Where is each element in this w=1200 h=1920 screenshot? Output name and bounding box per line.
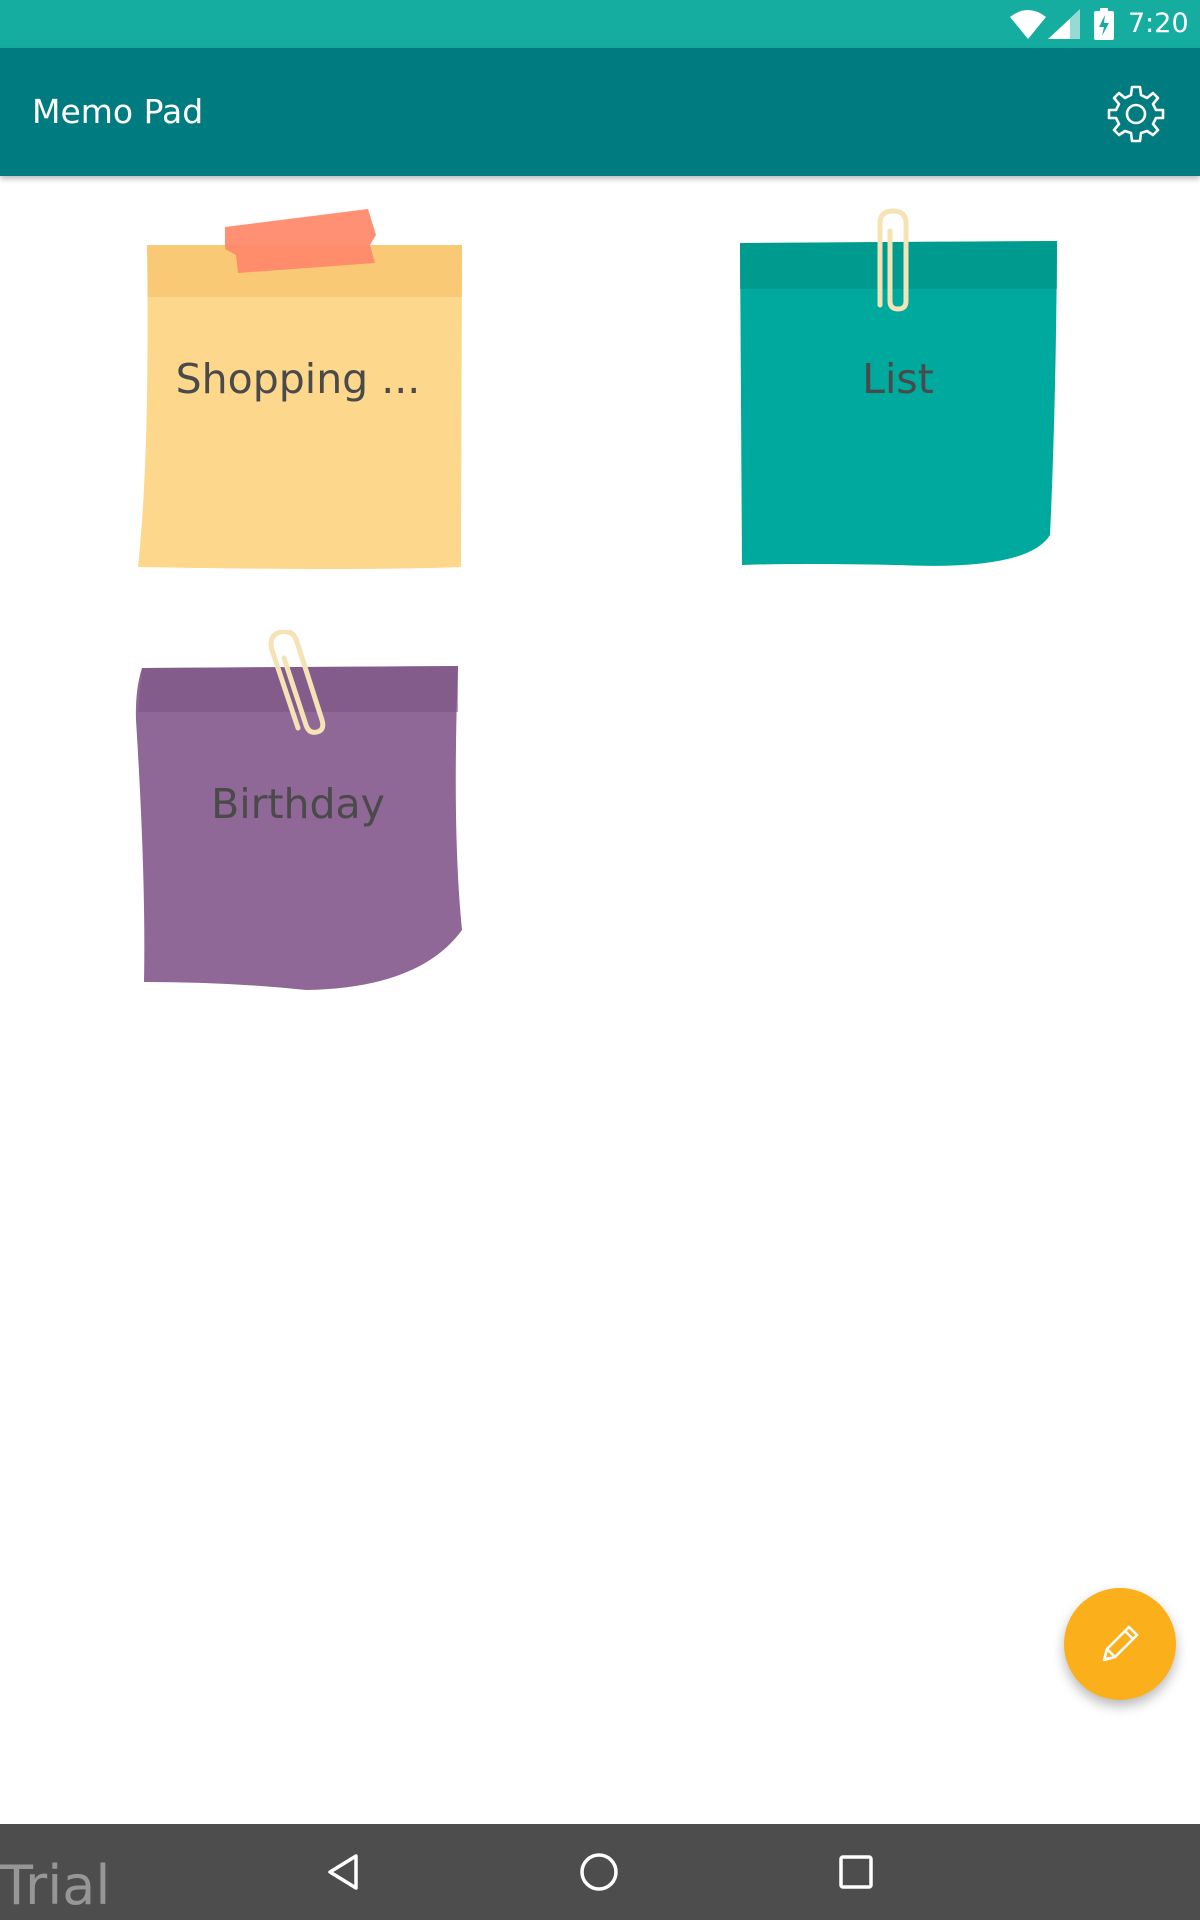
tape-icon xyxy=(225,209,376,273)
gear-icon xyxy=(1107,85,1165,143)
note-card[interactable]: Shopping ... xyxy=(130,205,470,585)
note-title: List xyxy=(862,355,934,403)
trial-watermark: Trial xyxy=(0,1854,111,1917)
status-bar: 7:20 xyxy=(0,0,1200,48)
app-bar: Memo Pad xyxy=(0,48,1200,176)
home-button[interactable] xyxy=(563,1836,635,1908)
home-icon xyxy=(580,1853,618,1891)
note-card[interactable]: List xyxy=(738,205,1078,585)
cell-signal-icon xyxy=(1048,9,1080,39)
note-title: Birthday xyxy=(211,780,385,828)
recents-icon xyxy=(839,1855,873,1889)
battery-charging-icon xyxy=(1094,8,1114,40)
settings-button[interactable] xyxy=(1100,78,1172,150)
note-title: Shopping ... xyxy=(175,355,421,403)
recents-button[interactable] xyxy=(820,1836,892,1908)
pencil-icon xyxy=(1102,1625,1139,1662)
note-card[interactable]: Birthday xyxy=(130,630,470,1010)
back-icon xyxy=(328,1854,358,1890)
status-time: 7:20 xyxy=(1128,8,1189,39)
back-button[interactable] xyxy=(308,1836,380,1908)
wifi-icon xyxy=(1010,10,1046,39)
new-note-button[interactable] xyxy=(1064,1588,1176,1700)
page-title: Memo Pad xyxy=(32,92,204,131)
navigation-bar xyxy=(0,1824,1200,1920)
